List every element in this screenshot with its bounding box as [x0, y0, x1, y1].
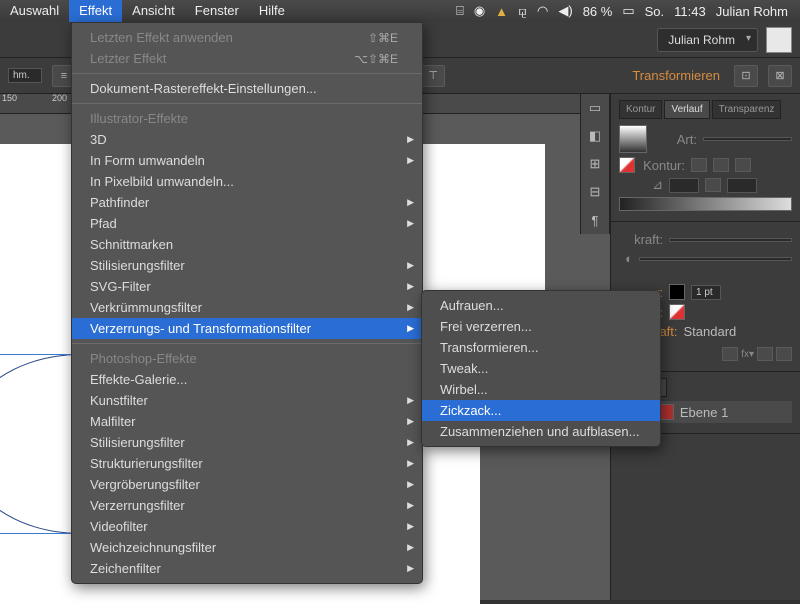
- label: Kontur:: [641, 158, 685, 173]
- aspect-btn[interactable]: [705, 178, 721, 192]
- menu-item[interactable]: 3D: [72, 129, 422, 150]
- cloud-sync-button[interactable]: [766, 27, 792, 53]
- menu-item[interactable]: Frei verzerren...: [422, 316, 660, 337]
- effekt-menu: Letzten Effekt anwenden⇧⌘ELetzter Effekt…: [71, 22, 423, 584]
- stroke-none-icon[interactable]: [619, 157, 635, 173]
- menubar-item-fenster[interactable]: Fenster: [185, 0, 249, 22]
- opacity-field[interactable]: [669, 238, 792, 242]
- menu-item[interactable]: Verkrümmungsfilter: [72, 297, 422, 318]
- menu-item[interactable]: Verzerrungs- und Transformationsfilter: [72, 318, 422, 339]
- menubar-item-auswahl[interactable]: Auswahl: [0, 0, 69, 22]
- menubar-status: ⌸ ◉ ▲ ⚼ ◠ ◀) 86 % ▭ So. 11:43 Julian Roh…: [456, 3, 800, 19]
- stroke-weight[interactable]: 1 pt: [691, 285, 721, 300]
- stroke-btn[interactable]: [735, 158, 751, 172]
- fill-swatch[interactable]: [669, 284, 685, 300]
- volume-icon[interactable]: ◀): [558, 3, 572, 19]
- menu-item[interactable]: Weichzeichnungsfilter: [72, 537, 422, 558]
- dock-icon[interactable]: ⊞: [581, 150, 609, 178]
- menu-item[interactable]: Zusammenziehen und aufblasen...: [422, 421, 660, 442]
- panel-dock: ▭ ◧ ⊞ ⊟ ¶: [580, 94, 610, 234]
- clock-day: So.: [645, 4, 665, 19]
- menubar-item-hilfe[interactable]: Hilfe: [249, 0, 295, 22]
- fill-none-icon[interactable]: [669, 304, 685, 320]
- angle-field[interactable]: [669, 178, 699, 193]
- panel-btn[interactable]: [722, 347, 738, 361]
- menu-item[interactable]: Dokument-Rastereffekt-Einstellungen...: [72, 78, 422, 99]
- battery-icon[interactable]: ▭: [622, 3, 634, 19]
- menu-separator: [72, 73, 422, 74]
- menu-item[interactable]: In Pixelbild umwandeln...: [72, 171, 422, 192]
- menu-item[interactable]: Pathfinder: [72, 192, 422, 213]
- menu-separator: [72, 343, 422, 344]
- menu-item[interactable]: In Form umwandeln: [72, 150, 422, 171]
- document-tab[interactable]: hm.: [8, 68, 42, 83]
- menu-item[interactable]: Transformieren...: [422, 337, 660, 358]
- gradient-slider[interactable]: [619, 197, 792, 211]
- transform-icon-1[interactable]: ⊡: [734, 65, 758, 87]
- menu-separator: [72, 103, 422, 104]
- menu-item[interactable]: Wirbel...: [422, 379, 660, 400]
- verzerrung-submenu: Aufrauen...Frei verzerren...Transformier…: [421, 290, 661, 447]
- menu-item[interactable]: Stilisierungsfilter: [72, 432, 422, 453]
- layer-name[interactable]: Ebene 1: [680, 405, 728, 420]
- clock-time: 11:43: [674, 4, 706, 19]
- ruler-tick: 150: [2, 93, 17, 103]
- tab-verlauf[interactable]: Verlauf: [664, 100, 709, 119]
- menu-item[interactable]: Kunstfilter: [72, 390, 422, 411]
- dock-icon[interactable]: ▭: [581, 94, 609, 122]
- menu-item[interactable]: Stilisierungsfilter: [72, 255, 422, 276]
- warning-icon[interactable]: ▲: [495, 4, 508, 19]
- menu-item[interactable]: Malfilter: [72, 411, 422, 432]
- stroke-btn[interactable]: [691, 158, 707, 172]
- gradient-panel: Kontur Verlauf Transparenz Art: Kontur: …: [611, 94, 800, 222]
- wifi-icon[interactable]: ◠: [537, 3, 548, 19]
- dock-icon[interactable]: ◧: [581, 122, 609, 150]
- ratio-field[interactable]: [727, 178, 757, 193]
- menu-item[interactable]: Vergröberungsfilter: [72, 474, 422, 495]
- stroke-btn[interactable]: [713, 158, 729, 172]
- menubar-item-ansicht[interactable]: Ansicht: [122, 0, 185, 22]
- align-btn-6[interactable]: ⊤: [421, 65, 445, 87]
- menu-item: Letzter Effekt⌥⇧⌘E: [72, 48, 422, 69]
- trash-icon[interactable]: [776, 347, 792, 361]
- tab-transparenz[interactable]: Transparenz: [712, 100, 782, 119]
- menu-item[interactable]: Schnittmarken: [72, 234, 422, 255]
- label: kraft:: [619, 232, 663, 247]
- battery-text: 86 %: [583, 4, 613, 19]
- transform-link[interactable]: Transformieren: [628, 68, 724, 83]
- fx-icon[interactable]: fx▾: [741, 349, 754, 360]
- gradient-type-field[interactable]: [703, 137, 792, 141]
- menu-item[interactable]: Verzerrungsfilter: [72, 495, 422, 516]
- user-name[interactable]: Julian Rohm: [716, 4, 788, 19]
- menu-item[interactable]: Zickzack...: [422, 400, 660, 421]
- transform-icon-2[interactable]: ⊠: [768, 65, 792, 87]
- menu-item[interactable]: Effekte-Galerie...: [72, 369, 422, 390]
- tab-kontur[interactable]: Kontur: [619, 100, 662, 119]
- angle-field-2[interactable]: [639, 257, 792, 261]
- menu-header: Illustrator-Effekte: [72, 108, 422, 129]
- menu-item[interactable]: Tweak...: [422, 358, 660, 379]
- dropbox-icon[interactable]: ⌸: [456, 3, 464, 19]
- ruler-tick: 200: [52, 93, 67, 103]
- dock-icon[interactable]: ¶: [581, 206, 609, 234]
- menu-item[interactable]: Zeichenfilter: [72, 558, 422, 579]
- opacity-value[interactable]: Standard: [684, 324, 737, 339]
- menu-item[interactable]: Pfad: [72, 213, 422, 234]
- menu-item[interactable]: Strukturierungsfilter: [72, 453, 422, 474]
- label: Art:: [653, 132, 697, 147]
- menu-item[interactable]: Videofilter: [72, 516, 422, 537]
- system-menubar: AuswahlEffektAnsichtFensterHilfe ⌸ ◉ ▲ ⚼…: [0, 0, 800, 22]
- user-dropdown[interactable]: Julian Rohm: [657, 28, 758, 52]
- notification-icon[interactable]: ◉: [474, 3, 485, 19]
- menu-item[interactable]: SVG-Filter: [72, 276, 422, 297]
- menu-item: Letzten Effekt anwenden⇧⌘E: [72, 27, 422, 48]
- menu-item[interactable]: Aufrauen...: [422, 295, 660, 316]
- gradient-swatch[interactable]: [619, 125, 647, 153]
- panel-btn[interactable]: [757, 347, 773, 361]
- menubar-item-effekt[interactable]: Effekt: [69, 0, 122, 22]
- menu-header: Photoshop-Effekte: [72, 348, 422, 369]
- dock-icon[interactable]: ⊟: [581, 178, 609, 206]
- bluetooth-icon[interactable]: ⚼: [518, 3, 527, 19]
